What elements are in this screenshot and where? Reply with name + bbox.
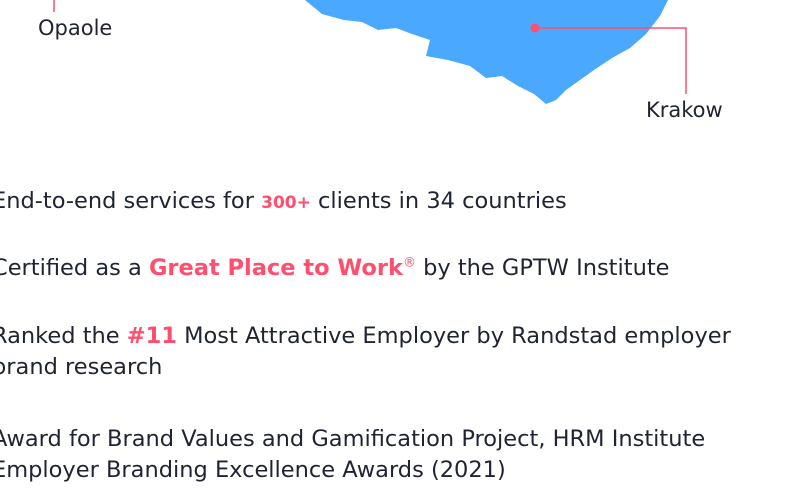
fact-highlight: Great Place to Work xyxy=(148,255,403,281)
fact-randstad-ranking: Ranked the #11 Most Attractive Employer … xyxy=(0,321,807,383)
city-label-krakow: Krakow xyxy=(646,98,723,122)
fact-text-line2: Employer Branding Excellence Awards (202… xyxy=(0,457,506,483)
poland-map xyxy=(53,0,687,104)
map-region-shape xyxy=(305,0,668,104)
fact-text: clients in 34 countries xyxy=(310,188,567,214)
poland-map-section: Opaole Krakow xyxy=(0,0,807,160)
fact-text: by the GPTW Institute xyxy=(415,255,670,281)
fact-clients: End-to-end services for 300+ clients in … xyxy=(0,186,807,219)
fact-hrm-award: Award for Brand Values and Gamification … xyxy=(0,424,807,486)
fact-great-place-to-work: Certified as a Great Place to Work® by t… xyxy=(0,253,807,284)
fact-highlight: 300+ xyxy=(261,193,311,213)
krakow-marker xyxy=(530,23,540,33)
page: Opaole Krakow End-to-end services for 30… xyxy=(0,0,807,490)
city-label-opaole: Opaole xyxy=(38,16,113,40)
fact-text: Award for Brand Values and Gamification … xyxy=(0,426,706,452)
fact-highlight: #11 xyxy=(126,323,177,349)
fact-text: End-to-end services for xyxy=(0,188,262,214)
fact-text: Ranked the xyxy=(0,323,127,349)
fact-text: Certified as a xyxy=(0,255,149,281)
registered-mark: ® xyxy=(402,255,416,271)
fact-text: Most Attractive Employer by Randstad emp… xyxy=(176,323,731,349)
fact-text-line2: brand research xyxy=(0,354,163,380)
